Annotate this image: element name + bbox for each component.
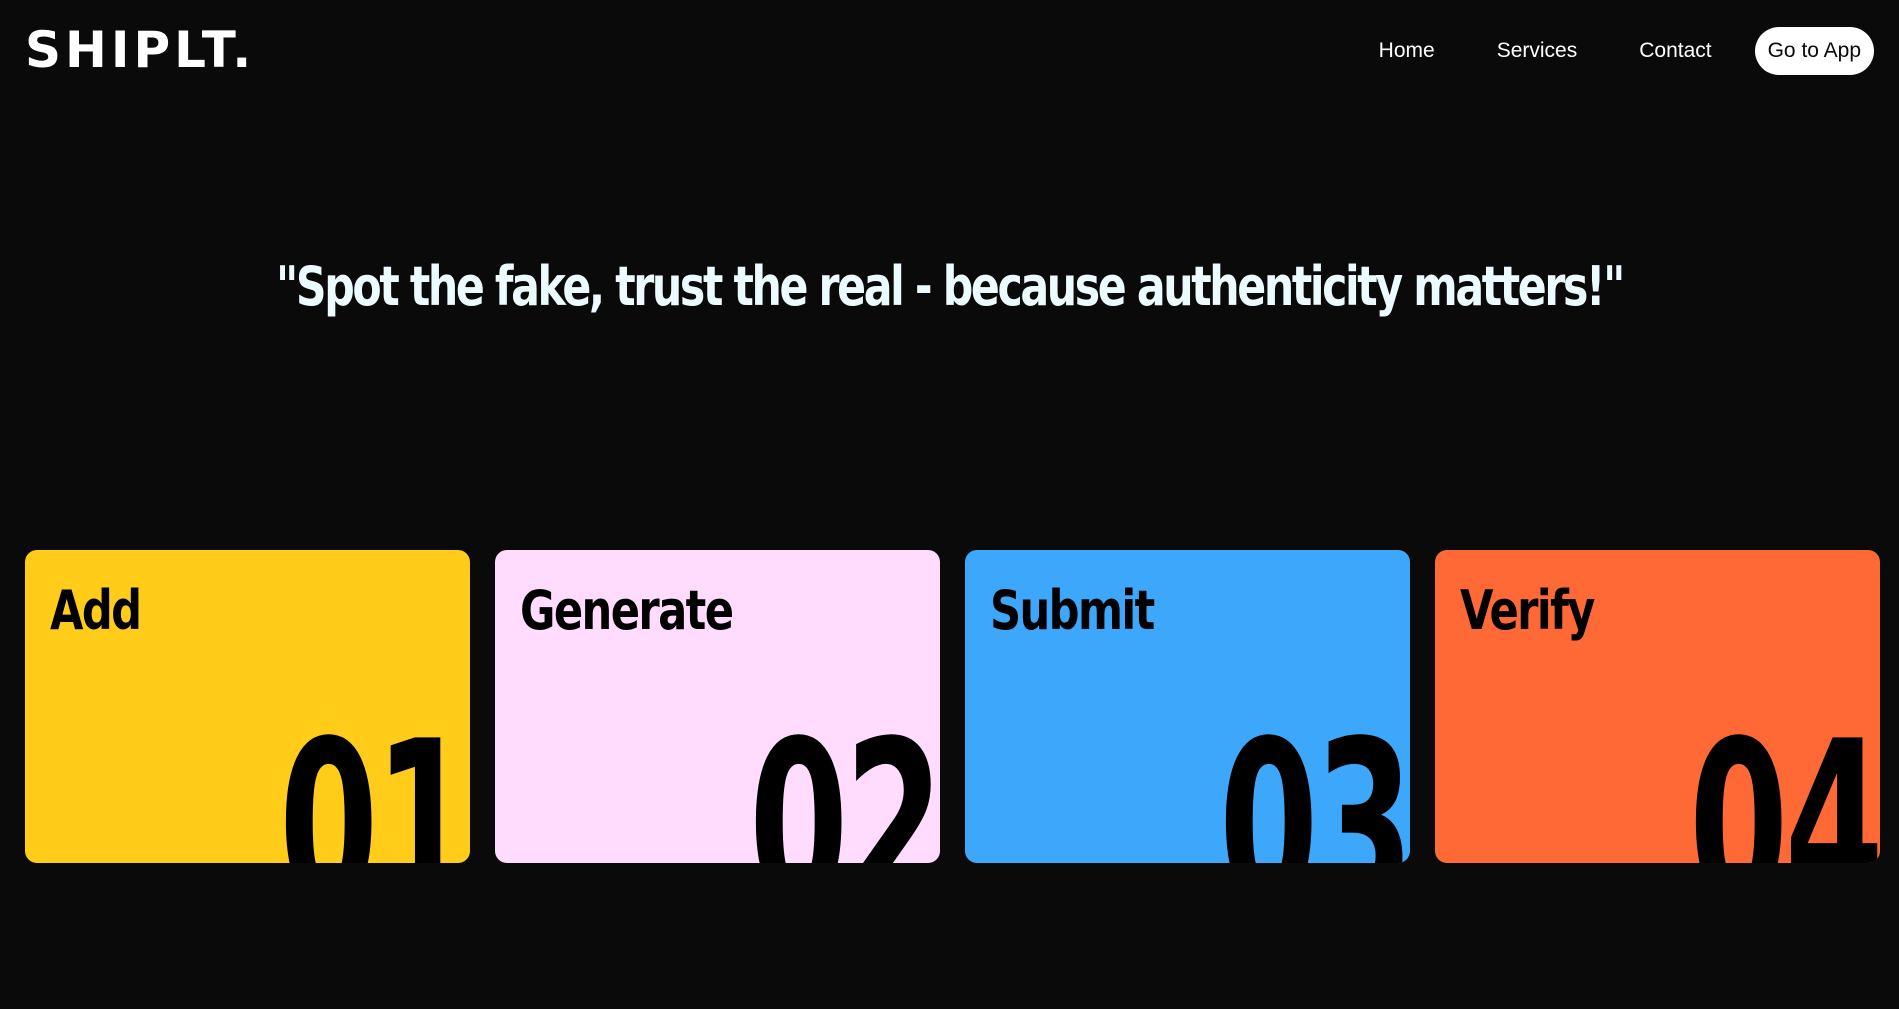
step-card-title: Generate bbox=[520, 579, 734, 642]
nav-link-home[interactable]: Home bbox=[1379, 39, 1435, 63]
step-card-verify[interactable]: Verify 04 bbox=[1435, 550, 1880, 863]
page: SHIPLT. Home Services Contact Go to App … bbox=[0, 0, 1899, 1009]
step-card-generate[interactable]: Generate 02 bbox=[495, 550, 940, 863]
step-card-title: Submit bbox=[990, 579, 1155, 642]
brand-logo[interactable]: SHIPLT. bbox=[25, 22, 255, 78]
main-nav: Home Services Contact Go to App bbox=[1379, 27, 1874, 75]
step-card-title: Add bbox=[50, 579, 142, 642]
step-cards: Add 01 Generate 02 Submit 03 Verify 04 bbox=[25, 550, 1880, 863]
nav-link-services[interactable]: Services bbox=[1497, 39, 1578, 63]
step-card-submit[interactable]: Submit 03 bbox=[965, 550, 1410, 863]
hero-quote: "Spot the fake, trust the real - because… bbox=[276, 255, 1625, 318]
step-card-number: 01 bbox=[278, 693, 470, 864]
nav-link-contact[interactable]: Contact bbox=[1639, 39, 1711, 63]
step-card-number: 04 bbox=[1688, 693, 1880, 864]
step-card-number: 03 bbox=[1218, 693, 1410, 864]
go-to-app-button[interactable]: Go to App bbox=[1754, 27, 1874, 75]
step-card-number: 02 bbox=[748, 693, 940, 864]
step-card-add[interactable]: Add 01 bbox=[25, 550, 470, 863]
step-card-title: Verify bbox=[1460, 579, 1595, 642]
